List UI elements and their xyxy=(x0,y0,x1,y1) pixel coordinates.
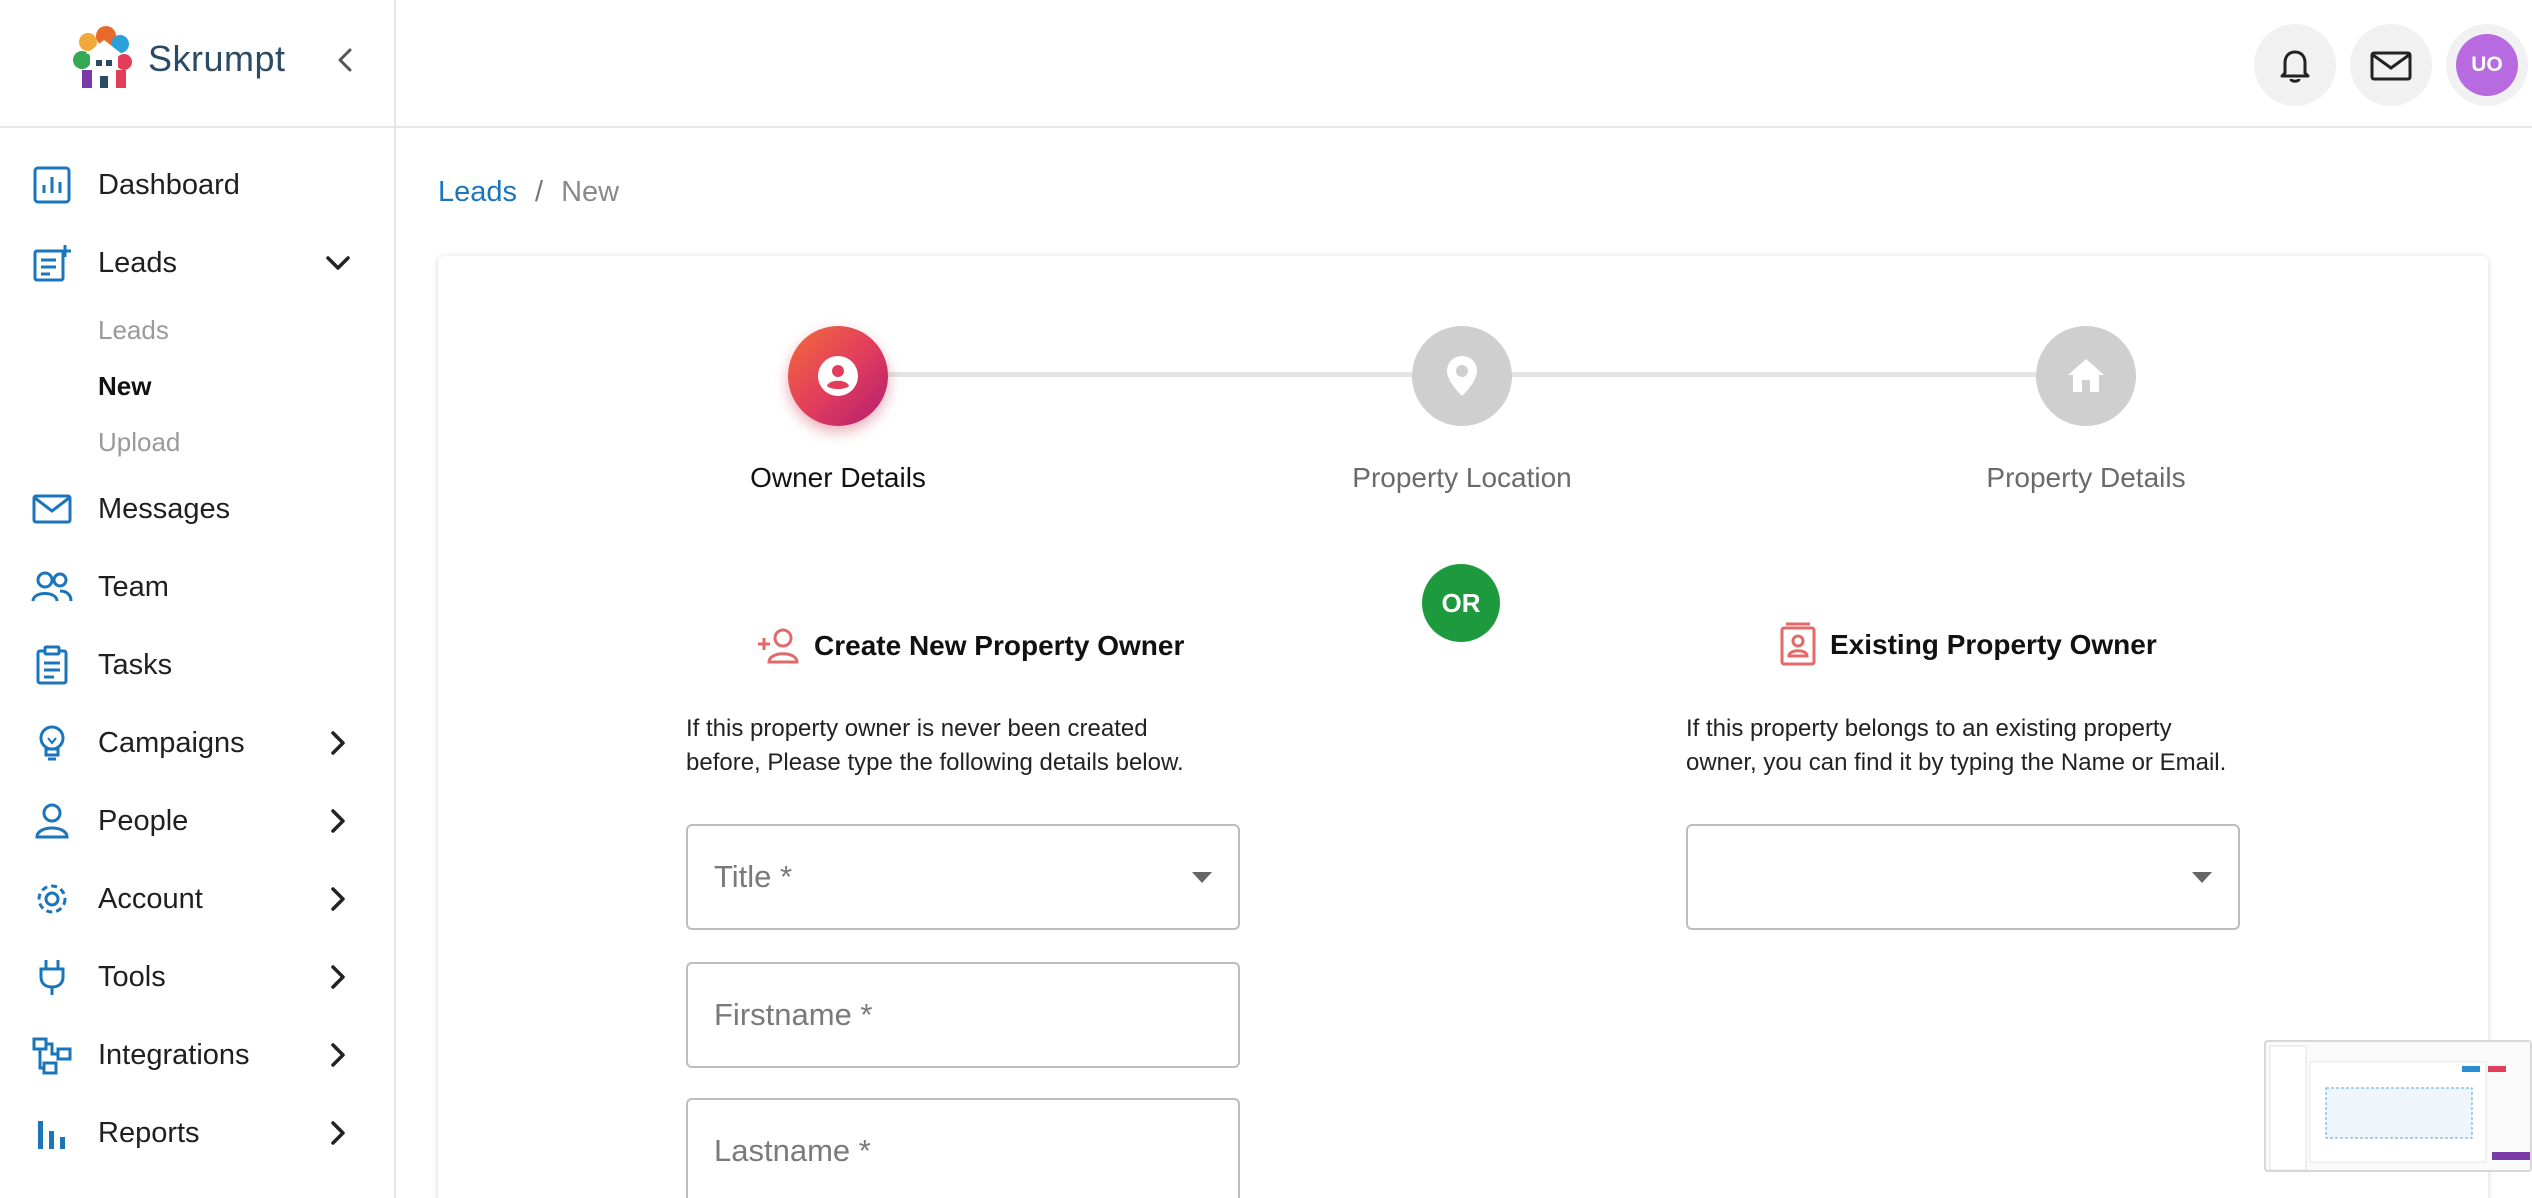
sidebar-item-integrations[interactable]: Integrations xyxy=(0,1016,394,1094)
step-label-property-location: Property Location xyxy=(1352,462,1572,493)
sidebar-item-label: Team xyxy=(98,570,169,603)
sidebar-item-label: Integrations xyxy=(98,1038,250,1071)
messages-button[interactable] xyxy=(2350,24,2432,106)
clipboard-icon xyxy=(30,643,74,687)
sidebar-item-label: People xyxy=(98,804,189,837)
dashboard-chart-icon xyxy=(30,163,74,207)
existing-owner-title-text: Existing Property Owner xyxy=(1830,629,2157,660)
sidebar: Skrumpt Dashboard Leads Leads New Upload xyxy=(0,0,396,1198)
breadcrumb-current: New xyxy=(561,176,620,208)
subnav-item-leads[interactable]: Leads xyxy=(98,302,394,358)
sidebar-item-team[interactable]: Team xyxy=(0,548,394,626)
firstname-placeholder: Firstname * xyxy=(714,997,873,1032)
app-name: Skrumpt xyxy=(148,38,286,79)
integrations-icon xyxy=(30,1033,74,1077)
sidebar-item-label: Tasks xyxy=(98,648,173,681)
lastname-field[interactable]: Lastname * xyxy=(686,1098,1240,1198)
breadcrumb-separator: / xyxy=(535,176,544,208)
step-label-property-details: Property Details xyxy=(1986,462,2186,493)
team-icon xyxy=(30,565,74,609)
dropdown-caret-icon xyxy=(1192,872,1212,883)
chevron-right-icon[interactable] xyxy=(322,805,354,837)
add-person-icon xyxy=(758,628,799,664)
sidebar-item-reports[interactable]: Reports xyxy=(0,1094,394,1172)
create-owner-desc-line: If this property owner is never been cre… xyxy=(686,715,1148,742)
sidebar-item-label: Messages xyxy=(98,492,231,525)
dropdown-caret-icon xyxy=(2192,872,2212,883)
sidebar-item-tools[interactable]: Tools xyxy=(0,938,394,1016)
top-bar: UO xyxy=(396,0,2532,128)
chevron-right-icon[interactable] xyxy=(322,727,354,759)
mail-icon xyxy=(30,487,74,531)
avatar: UO xyxy=(2456,34,2518,96)
breadcrumb-link-leads[interactable]: Leads xyxy=(438,176,517,209)
gear-icon xyxy=(30,877,74,921)
sidebar-item-label: Leads xyxy=(98,246,178,279)
title-select[interactable]: Title * xyxy=(686,824,1240,930)
sidebar-item-tasks[interactable]: Tasks xyxy=(0,626,394,704)
title-select-placeholder: Title * xyxy=(714,859,793,894)
sidebar-nav: Dashboard Leads Leads New Upload Message… xyxy=(0,146,394,1172)
sidebar-item-account[interactable]: Account xyxy=(0,860,394,938)
or-badge: OR xyxy=(1422,564,1500,642)
lightbulb-icon xyxy=(30,721,74,765)
sidebar-item-label: Account xyxy=(98,882,203,915)
sidebar-item-dashboard[interactable]: Dashboard xyxy=(0,146,394,224)
breadcrumb: Leads / New xyxy=(438,176,619,209)
sidebar-item-label: Tools xyxy=(98,960,166,993)
chevron-right-icon[interactable] xyxy=(322,961,354,993)
step-property-location[interactable] xyxy=(1412,326,1512,426)
step-property-details[interactable] xyxy=(2036,326,2136,426)
map-pin-icon xyxy=(1447,356,1477,396)
contact-card-icon xyxy=(1780,622,1816,666)
chevron-right-icon[interactable] xyxy=(322,1117,354,1149)
sidebar-item-label: Campaigns xyxy=(98,726,245,759)
person-circle-icon xyxy=(818,356,858,396)
existing-owner-description: If this property belongs to an existing … xyxy=(1686,712,2226,780)
leads-note-icon xyxy=(30,241,74,285)
step-owner-details[interactable] xyxy=(788,326,888,426)
sidebar-item-label: Reports xyxy=(98,1116,200,1149)
skrumpt-logo-icon xyxy=(73,26,132,88)
user-menu-button[interactable]: UO xyxy=(2446,24,2528,106)
create-owner-desc-line: before, Please type the following detail… xyxy=(686,749,1184,776)
existing-owner-select[interactable] xyxy=(1686,824,2240,930)
existing-owner-desc-line: If this property belongs to an existing … xyxy=(1686,715,2172,742)
create-owner-title-text: Create New Property Owner xyxy=(814,630,1185,661)
sidebar-item-messages[interactable]: Messages xyxy=(0,470,394,548)
existing-owner-desc-line: owner, you can find it by typing the Nam… xyxy=(1686,749,2227,776)
lead-form-card: Owner Details Property Location Property… xyxy=(438,256,2488,1198)
chevron-right-icon[interactable] xyxy=(322,883,354,915)
sidebar-item-people[interactable]: People xyxy=(0,782,394,860)
bell-icon xyxy=(2280,50,2310,83)
chevron-down-icon[interactable] xyxy=(322,247,354,279)
screen-preview-thumbnail[interactable] xyxy=(2264,1040,2532,1172)
create-owner-title: Create New Property Owner xyxy=(756,626,1184,666)
leads-subnav: Leads New Upload xyxy=(0,302,394,470)
sidebar-item-campaigns[interactable]: Campaigns xyxy=(0,704,394,782)
create-owner-description: If this property owner is never been cre… xyxy=(686,712,1184,780)
collapse-sidebar-icon[interactable] xyxy=(330,44,362,76)
existing-owner-title: Existing Property Owner xyxy=(1778,622,2157,668)
subnav-item-upload[interactable]: Upload xyxy=(98,414,394,470)
preview-image-icon xyxy=(2266,1042,2530,1170)
chevron-right-icon[interactable] xyxy=(322,1039,354,1071)
person-icon xyxy=(30,799,74,843)
sidebar-item-label: Dashboard xyxy=(98,168,240,201)
step-label-owner-details: Owner Details xyxy=(750,462,926,493)
plug-icon xyxy=(30,955,74,999)
notifications-button[interactable] xyxy=(2254,24,2336,106)
bar-chart-icon xyxy=(30,1111,74,1155)
mail-icon xyxy=(2370,51,2412,81)
lastname-placeholder: Lastname * xyxy=(714,1133,871,1168)
subnav-item-new[interactable]: New xyxy=(98,358,394,414)
house-icon xyxy=(2068,359,2104,392)
firstname-field[interactable]: Firstname * xyxy=(686,962,1240,1068)
logo-area: Skrumpt xyxy=(0,0,394,128)
sidebar-item-leads[interactable]: Leads xyxy=(0,224,394,302)
